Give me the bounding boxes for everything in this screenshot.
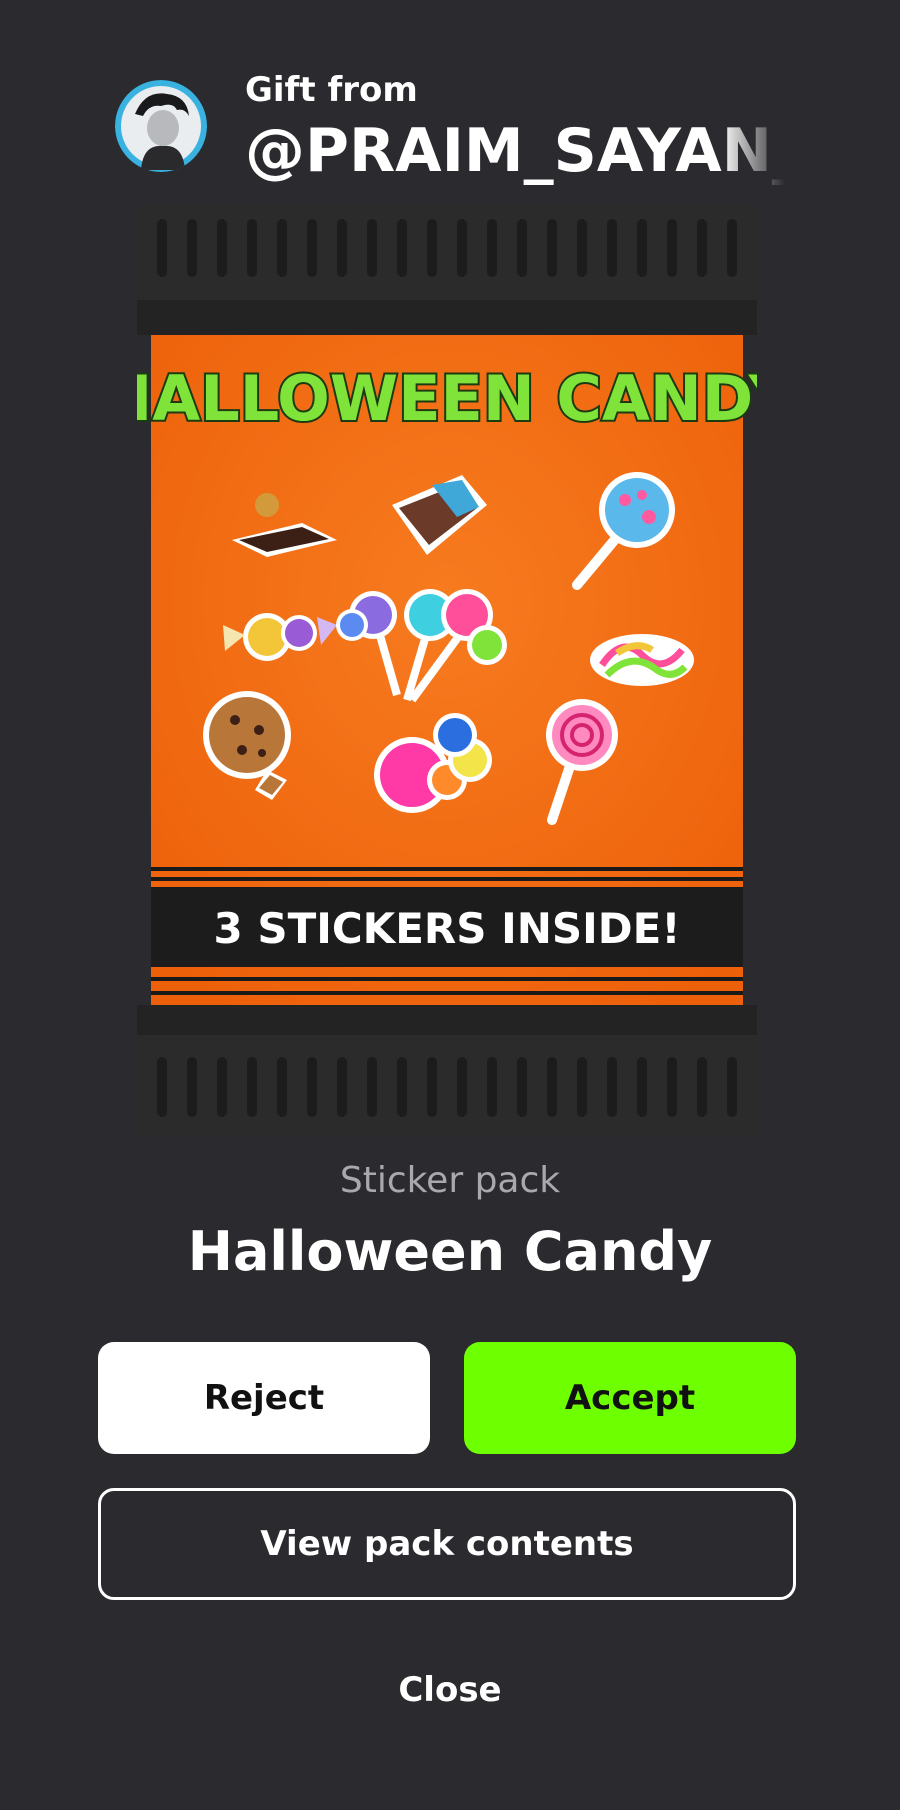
sender-avatar[interactable]: [115, 80, 207, 172]
view-pack-contents-button[interactable]: View pack contents: [98, 1488, 796, 1600]
sticker-pack-image[interactable]: HALLOWEEN CANDY: [137, 205, 757, 1135]
gift-dialog: Gift from @PRAIM_SAYAN_V: [0, 0, 900, 1810]
pack-title-art: HALLOWEEN CANDY: [137, 362, 757, 435]
gummy-worms-sticker: [590, 634, 694, 686]
reject-button[interactable]: Reject: [98, 1342, 430, 1454]
accept-button[interactable]: Accept: [464, 1342, 796, 1454]
sender-username[interactable]: @PRAIM_SAYAN_V: [245, 116, 785, 186]
pack-banner-text: 3 STICKERS INSIDE!: [213, 904, 680, 953]
pack-type-label: Sticker pack: [339, 1160, 561, 1201]
close-button[interactable]: Close: [350, 1650, 550, 1730]
gift-from-label: Gift from: [245, 70, 418, 110]
pack-name: Halloween Candy: [187, 1220, 713, 1283]
avatar-image: [115, 80, 207, 172]
